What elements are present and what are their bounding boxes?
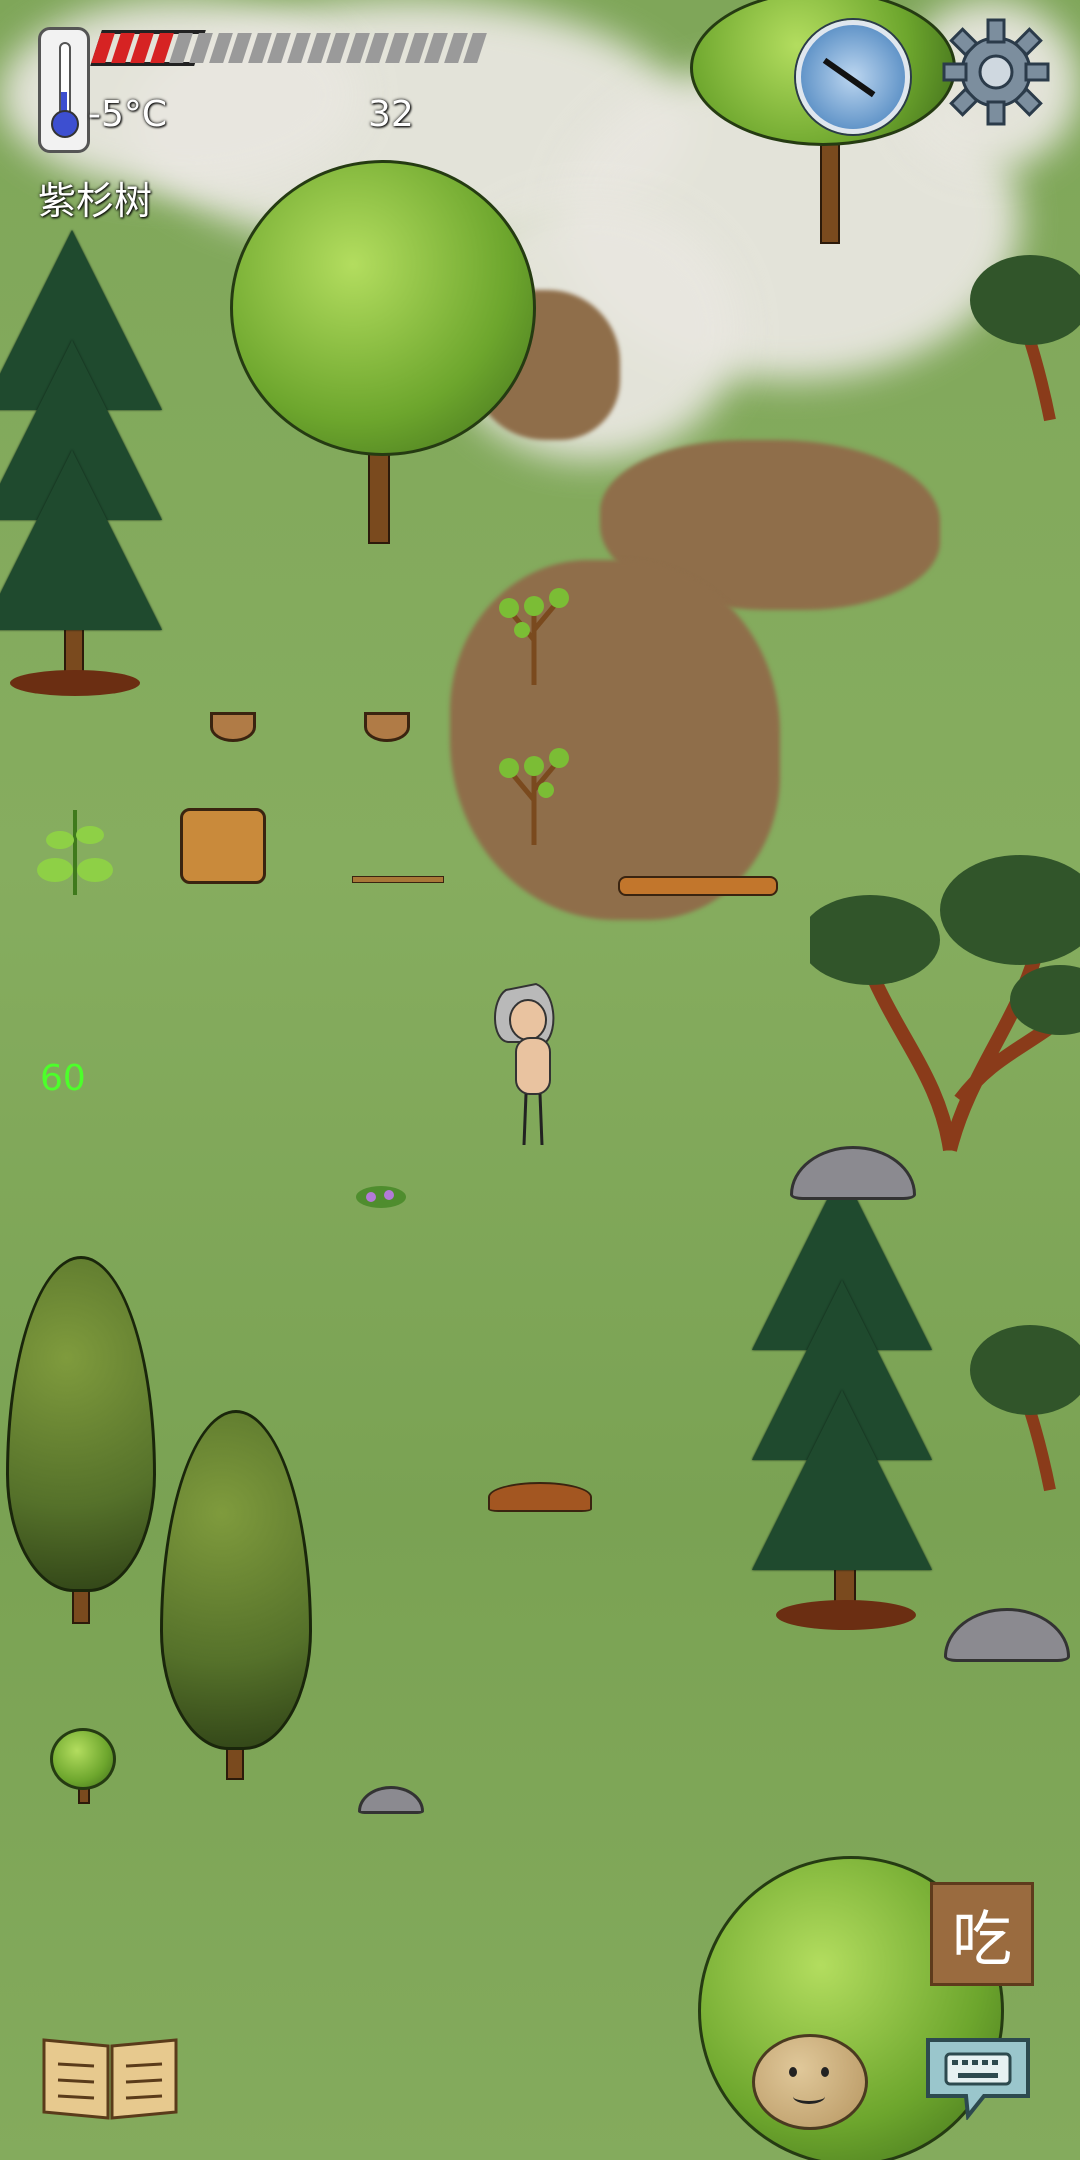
food-segment <box>424 33 448 63</box>
soil-mound <box>776 1600 916 1630</box>
rabbit-hole[interactable] <box>488 1482 592 1512</box>
juniper-tree[interactable] <box>960 230 1080 430</box>
basket[interactable] <box>364 712 410 742</box>
food-segment <box>287 33 311 63</box>
tree-stump[interactable] <box>180 808 266 884</box>
fps-counter: 60 <box>40 1058 86 1099</box>
sapling[interactable] <box>494 570 574 690</box>
stick[interactable] <box>352 876 444 883</box>
cypress-tree[interactable] <box>160 1410 312 1750</box>
compass-icon[interactable] <box>796 20 910 134</box>
sapling[interactable] <box>494 730 574 850</box>
round-stone[interactable] <box>358 1786 424 1814</box>
food-segment <box>326 33 350 63</box>
food-meter <box>90 30 487 66</box>
held-object-name: 紫杉树 <box>38 179 153 223</box>
juniper-tree[interactable] <box>960 1300 1080 1500</box>
keyboard-chat-icon[interactable] <box>918 2030 1038 2120</box>
temperature-readout: -5°C <box>88 94 168 135</box>
milkweed-plant[interactable] <box>30 790 120 900</box>
soil-mound <box>10 670 140 696</box>
food-segment <box>385 33 409 63</box>
pine-tree[interactable] <box>752 1390 932 1570</box>
cypress-tree[interactable] <box>6 1256 156 1592</box>
food-segment <box>189 33 213 63</box>
tech-tree-book-icon[interactable] <box>40 2030 180 2122</box>
juniper-tree[interactable] <box>810 820 1080 1160</box>
emote-face-icon[interactable] <box>752 2034 868 2130</box>
food-segment <box>130 33 154 63</box>
game-world[interactable] <box>0 0 1080 2160</box>
basket[interactable] <box>210 712 256 742</box>
wildflower[interactable] <box>356 1186 406 1208</box>
tree-crown[interactable] <box>230 160 536 456</box>
pine-tree[interactable] <box>0 450 162 630</box>
eat-button[interactable]: 吃 <box>930 1882 1034 1986</box>
log[interactable] <box>618 876 778 896</box>
big-rock[interactable] <box>944 1608 1070 1662</box>
thermometer-icon <box>38 27 90 153</box>
player-age: 32 <box>368 94 414 135</box>
food-segment <box>228 33 252 63</box>
player-character[interactable] <box>486 980 566 1150</box>
small-bush[interactable] <box>50 1728 116 1790</box>
gear-icon[interactable] <box>940 16 1052 128</box>
